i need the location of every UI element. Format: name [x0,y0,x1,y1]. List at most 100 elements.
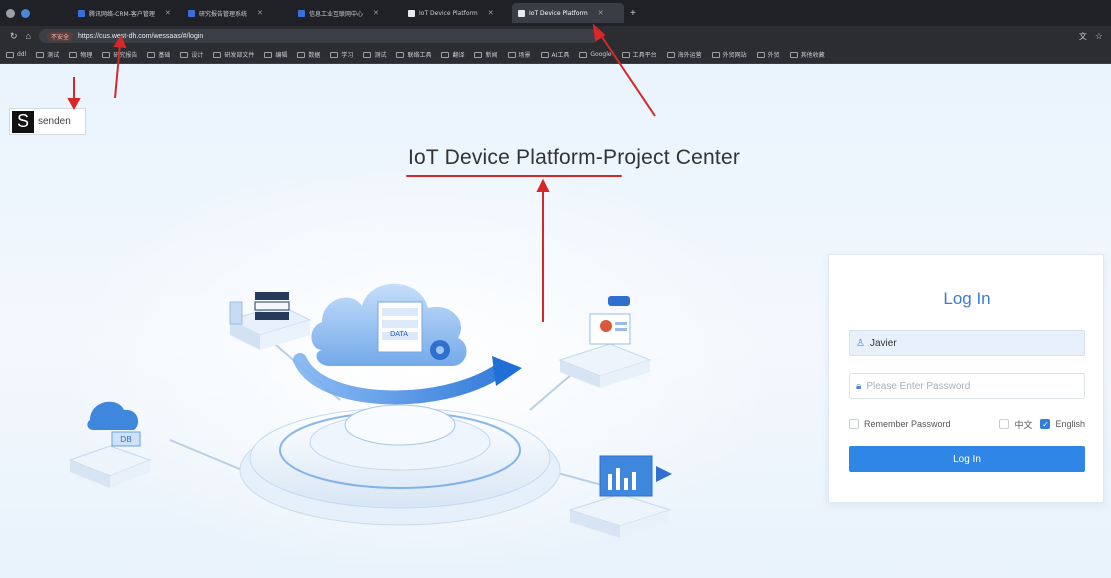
logo-wordmark: senden [38,116,71,127]
bookmark-label: 研发部文件 [224,52,255,59]
close-tab-icon[interactable]: ✕ [257,9,263,17]
bookmark-item[interactable]: 新闻 [474,50,498,59]
tab-label: 腾讯网络-CRM-客户管理 [89,10,155,18]
bookmark-item[interactable]: 外贸 [756,50,780,59]
main-platform [239,404,561,526]
tab-favicon-icon [298,9,305,17]
username-field[interactable]: ♙ Javier [849,330,1085,356]
remember-password-label[interactable]: Remember Password [864,419,951,429]
folder-icon [540,51,549,58]
folder-icon [507,51,516,58]
translate-icon[interactable]: 文 [1079,31,1087,42]
bookmark-label: 测试 [374,52,387,59]
lock-icon: 🔒︎ [856,380,862,392]
reload-icon[interactable]: ↻ [10,31,18,42]
title-underline-annotation [406,175,622,177]
bookmark-label: 其他收藏 [800,52,825,59]
bookmark-label: 翻译 [452,52,465,59]
bookmark-label: 编辑 [275,52,288,59]
browser-tab[interactable]: IoT Device Platform ✕ [402,3,510,23]
folder-icon [474,51,483,58]
bookmark-item[interactable]: 翻译 [441,50,464,59]
folder-icon [147,51,156,58]
bookmark-item[interactable]: AI工具 [540,50,569,59]
tab-label: IoT Device Platform [419,9,478,17]
bookmark-item[interactable]: ddl [6,51,26,58]
bookmark-item[interactable]: 学习 [330,50,353,59]
close-tab-icon[interactable]: ✕ [488,9,494,17]
bookmark-label: 联络工具 [407,52,432,59]
page-title: IoT Device Platform-Project Center [408,146,741,169]
bookmark-item[interactable]: 海外运营 [666,50,702,59]
folder-icon [363,51,372,58]
browser-tab[interactable]: 研究报告管理系统 ✕ [182,3,290,23]
folder-icon [330,51,339,58]
lang-en-label[interactable]: English [1055,419,1085,429]
profile-icon[interactable] [21,8,30,18]
bookmarks-bar: ddl 测试 物理 研究报告 基础 设计 研发部文件 编辑 数据 学习 测试 联络工具 翻译 新闻 场景 AI… [0,46,1111,64]
bookmark-item[interactable]: 研究报告 [102,50,137,59]
bookmark-label: 工具平台 [632,52,657,59]
tab-label: 研究报告管理系统 [199,10,248,18]
browser-tab-active[interactable]: IoT Device Platform ✕ [512,3,624,23]
bookmark-item[interactable]: 场景 [507,50,531,59]
bookmark-item[interactable]: 数据 [297,50,320,59]
close-tab-icon[interactable]: ✕ [598,9,604,17]
bookmark-item[interactable]: 物理 [69,50,92,59]
bookmark-label: 场景 [518,52,531,59]
user-icon: ♙ [856,337,865,349]
bookmark-label: 基础 [158,52,171,59]
browser-tab-strip: 腾讯网络-CRM-客户管理 ✕ 研究报告管理系统 ✕ 信息工业互联网中心 ✕ I… [0,0,1111,26]
lang-zh-checkbox[interactable] [999,419,1010,429]
cloud-db-icon: DB [68,401,152,488]
login-button[interactable]: Log In [849,446,1085,472]
bookmark-label: 数据 [308,52,321,59]
tab-favicon-icon [188,9,195,17]
bookmark-item[interactable]: 编辑 [264,50,287,59]
folder-icon [102,51,111,58]
tab-label: IoT Device Platform [529,9,588,17]
close-tab-icon[interactable]: ✕ [165,9,171,17]
browser-tab[interactable]: 信息工业互联网中心 ✕ [292,3,400,23]
lang-zh-label[interactable]: 中文 [1014,418,1032,431]
login-card: Log In ♙ Javier 🔒︎ Please Enter Password… [828,254,1104,503]
bookmark-item[interactable]: 基础 [147,50,170,59]
home-icon[interactable]: ⌂ [26,31,31,41]
password-field[interactable]: 🔒︎ Please Enter Password [849,373,1085,399]
remember-password-checkbox[interactable] [849,419,859,429]
folder-icon [297,51,306,58]
folder-icon [6,51,14,58]
bookmark-item[interactable]: 其他收藏 [789,50,825,59]
browser-tab[interactable]: 腾讯网络-CRM-客户管理 ✕ [72,3,180,23]
bookmark-label: 新闻 [485,52,498,59]
logo-mark: S [12,110,34,133]
data-label: DATA [390,330,408,338]
bookmark-item[interactable]: 测试 [363,50,386,59]
close-tab-icon[interactable]: ✕ [373,9,379,17]
tab-label: 信息工业互联网中心 [309,10,364,18]
folder-icon [621,51,630,58]
bookmark-item[interactable]: 研发部文件 [213,50,254,59]
bookmark-item[interactable]: Google [579,51,612,58]
bookmark-item[interactable]: 设计 [180,50,203,59]
browser-menu-icon[interactable] [6,8,15,18]
folder-icon [264,51,273,58]
data-chart-icon [568,455,672,538]
new-tab-icon[interactable]: + [630,8,636,19]
bookmark-label: 海外运营 [677,52,702,59]
bookmark-item[interactable]: 联络工具 [396,50,431,59]
login-heading: Log In [943,289,991,308]
lang-en-checkbox[interactable]: ✓ [1040,419,1051,429]
security-badge[interactable]: 不安全 [46,31,73,41]
bookmark-item[interactable]: 外贸网站 [711,50,747,59]
login-options: Remember Password 中文 ✓ English [849,417,1085,431]
password-placeholder: Please Enter Password [866,380,971,392]
folder-icon [441,51,450,58]
bookmark-item[interactable]: 测试 [36,50,59,59]
url-text: https://cus.west-dh.com/wessaas/#/login [78,32,204,40]
tab-favicon-icon [408,9,415,17]
bookmark-item[interactable]: 工具平台 [621,50,657,59]
bookmark-label: 物理 [80,52,93,59]
address-bar[interactable]: 不安全 https://cus.west-dh.com/wessaas/#/lo… [38,29,599,43]
bookmark-star-icon[interactable]: ☆ [1095,31,1103,42]
